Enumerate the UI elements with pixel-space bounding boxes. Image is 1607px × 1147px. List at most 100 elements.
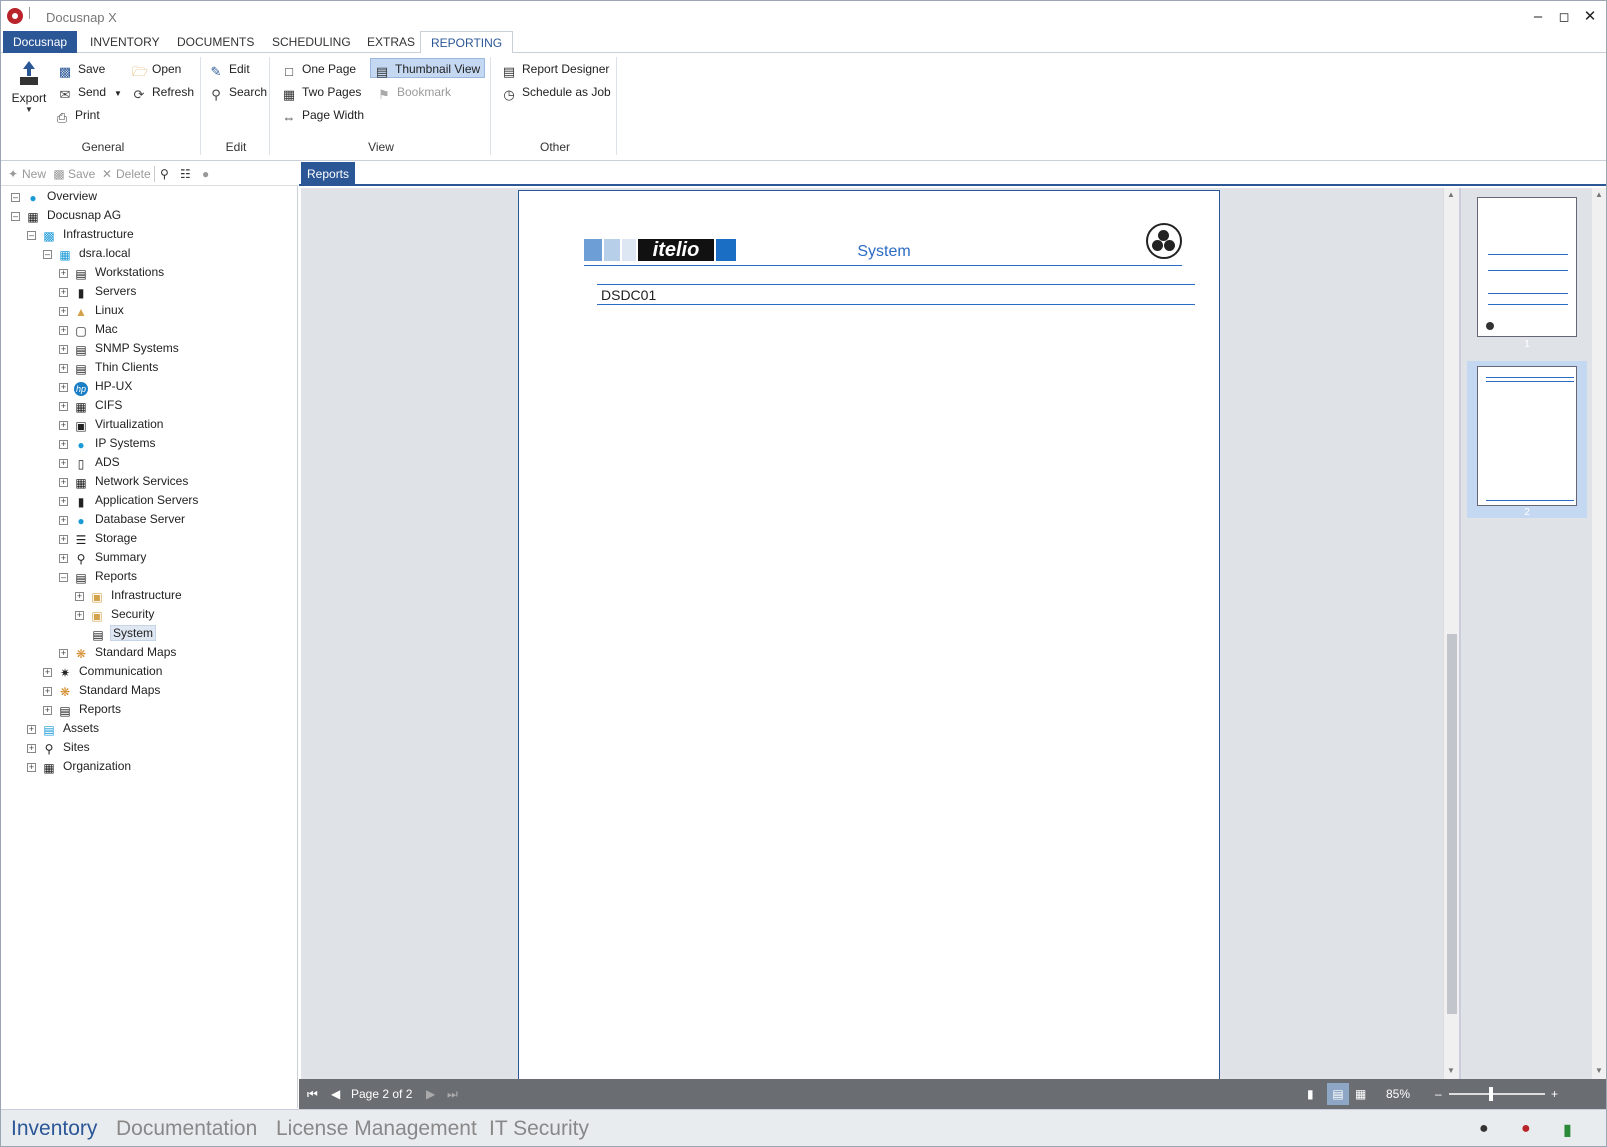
tree-node-application-servers[interactable]: + ▮ Application Servers — [59, 491, 200, 510]
nav-license-management[interactable]: License Management — [276, 1117, 477, 1141]
expand-icon[interactable]: + — [59, 421, 68, 430]
export-button[interactable]: Export ▼ — [9, 59, 49, 133]
new-button[interactable]: ✦ New — [7, 166, 46, 182]
expand-icon[interactable]: + — [27, 725, 36, 734]
tree-node-linux[interactable]: + ▲ Linux — [59, 301, 126, 320]
tree-node-reports-security[interactable]: + ▣ Security — [75, 605, 156, 624]
tree-node-sites[interactable]: + ⚲ Sites — [27, 738, 92, 757]
expand-icon[interactable]: + — [59, 402, 68, 411]
nav-inventory[interactable]: Inventory — [11, 1117, 97, 1141]
scrollbar-thumb[interactable] — [1447, 634, 1457, 1014]
nav-documentation[interactable]: Documentation — [116, 1117, 257, 1141]
tree-node-cifs[interactable]: + ▦ CIFS — [59, 396, 124, 415]
expand-icon[interactable]: + — [59, 345, 68, 354]
find-icon[interactable]: ⚲ — [160, 166, 169, 182]
expand-icon[interactable]: + — [59, 440, 68, 449]
tab-documents[interactable]: DOCUMENTS — [167, 31, 264, 53]
expand-icon[interactable]: + — [59, 383, 68, 392]
expand-icon[interactable]: + — [27, 744, 36, 753]
tab-reporting[interactable]: REPORTING — [420, 31, 514, 54]
last-page-icon[interactable]: ⏭ — [447, 1086, 458, 1102]
license-status-icon[interactable]: ▮ — [1563, 1120, 1572, 1140]
tab-inventory[interactable]: INVENTORY — [80, 31, 170, 53]
tree-node-communication[interactable]: + ✷ Communication — [43, 662, 164, 681]
collapse-icon[interactable]: – — [59, 573, 68, 582]
page-width-button[interactable]: ⇔ Page Width — [282, 105, 365, 125]
expand-icon[interactable]: + — [59, 288, 68, 297]
tree-node-reports-infrastructure[interactable]: + ▣ Infrastructure — [75, 586, 184, 605]
single-page-view-icon[interactable]: ▮ — [1307, 1086, 1314, 1102]
expand-icon[interactable]: + — [43, 706, 52, 715]
minimize-icon[interactable]: – — [1526, 7, 1550, 27]
first-page-icon[interactable]: ⏮ — [307, 1086, 318, 1102]
tree-node-assets[interactable]: + ▤ Assets — [27, 719, 101, 738]
expand-icon[interactable]: + — [59, 554, 68, 563]
tree-node-virtualization[interactable]: + ▣ Virtualization — [59, 415, 165, 434]
thumbnail-view-button[interactable]: ▤ Thumbnail View — [370, 58, 486, 79]
report-designer-button[interactable]: ▤ Report Designer — [502, 59, 610, 79]
tree-node-ip-systems[interactable]: + ● IP Systems — [59, 434, 157, 453]
tree-node-company[interactable]: – ▦ Docusnap AG — [11, 206, 123, 225]
expand-icon[interactable]: + — [43, 668, 52, 677]
thumbnail-page-2[interactable] — [1477, 366, 1577, 506]
scroll-up-icon[interactable]: ▲ — [1447, 190, 1455, 199]
search-button[interactable]: ⚲ Search — [209, 82, 267, 102]
zoom-out-icon[interactable]: – — [1435, 1086, 1442, 1102]
expand-icon[interactable]: + — [27, 763, 36, 772]
save-button[interactable]: ▩ Save — [58, 59, 106, 79]
collapse-icon[interactable]: – — [43, 250, 52, 259]
expand-icon[interactable]: + — [59, 326, 68, 335]
expand-icon[interactable]: + — [59, 516, 68, 525]
tab-extras[interactable]: EXTRAS — [357, 31, 425, 53]
collapse-icon[interactable]: – — [11, 212, 20, 221]
tab-reports[interactable]: Reports — [301, 162, 356, 186]
tree-node-mac[interactable]: + ▢ Mac — [59, 320, 120, 339]
tree-node-company-reports[interactable]: + ▤ Reports — [43, 700, 123, 719]
tree-node-workstations[interactable]: + ▤ Workstations — [59, 263, 166, 282]
scroll-down-icon[interactable]: ▼ — [1447, 1066, 1455, 1075]
continuous-view-icon[interactable]: ▤ — [1327, 1083, 1349, 1105]
viewer-scrollbar[interactable]: ▲ ▼ — [1443, 188, 1459, 1079]
expand-icon[interactable]: + — [59, 269, 68, 278]
tree-node-reports-system[interactable]: ▤ System — [91, 624, 157, 643]
tree-save-button[interactable]: ▩ Save — [53, 166, 95, 182]
tree-node-organization[interactable]: + ▦ Organization — [27, 757, 133, 776]
expand-icon[interactable]: + — [59, 364, 68, 373]
tree-node-database-server[interactable]: + ● Database Server — [59, 510, 187, 529]
expand-icon[interactable]: + — [59, 497, 68, 506]
tree-node-standard-maps[interactable]: + ❋ Standard Maps — [43, 681, 162, 700]
tree-node-hp-ux[interactable]: + hp HP-UX — [59, 377, 134, 396]
tab-docusnap[interactable]: Docusnap — [3, 31, 78, 53]
delete-button[interactable]: ✕ Delete — [101, 166, 151, 182]
expand-icon[interactable]: + — [59, 459, 68, 468]
tree-node-overview[interactable]: – ● Overview — [11, 187, 99, 206]
next-page-icon[interactable]: ▶ — [426, 1086, 435, 1102]
bookmark-button[interactable]: ⚑ Bookmark — [377, 82, 451, 102]
previous-page-icon[interactable]: ◀ — [331, 1086, 340, 1102]
thumbnail-page-1[interactable] — [1477, 197, 1577, 337]
collapse-icon[interactable]: – — [11, 193, 20, 202]
expand-icon[interactable]: + — [59, 307, 68, 316]
filter-search-icon[interactable]: ☷ — [180, 166, 191, 182]
tree-node-snmp-systems[interactable]: + ▤ SNMP Systems — [59, 339, 181, 358]
edit-button[interactable]: ✎ Edit — [209, 59, 250, 79]
tree-node-summary[interactable]: + ⚲ Summary — [59, 548, 148, 567]
print-button[interactable]: ⎙ Print — [55, 105, 100, 125]
database-icon[interactable]: ● — [1479, 1120, 1489, 1138]
maximize-icon[interactable]: ◻ — [1552, 7, 1576, 27]
info-icon[interactable]: ● — [202, 166, 209, 182]
zoom-slider-handle[interactable] — [1489, 1087, 1493, 1101]
expand-icon[interactable]: + — [59, 478, 68, 487]
thumbnail-scrollbar[interactable]: ▲ ▼ — [1592, 188, 1606, 1079]
multi-page-view-icon[interactable]: ▦ — [1355, 1086, 1366, 1102]
tree-node-standard-maps-inner[interactable]: + ❋ Standard Maps — [59, 643, 178, 662]
nav-it-security[interactable]: IT Security — [489, 1117, 589, 1141]
zoom-in-icon[interactable]: + — [1551, 1086, 1558, 1102]
tab-scheduling[interactable]: SCHEDULING — [262, 31, 361, 53]
two-pages-button[interactable]: ▦ Two Pages — [282, 82, 362, 102]
expand-icon[interactable]: + — [43, 687, 52, 696]
refresh-button[interactable]: ⟳ Refresh — [132, 82, 194, 102]
tree-node-thin-clients[interactable]: + ▤ Thin Clients — [59, 358, 160, 377]
schedule-as-job-button[interactable]: ◷ Schedule as Job — [502, 82, 610, 102]
collapse-icon[interactable]: – — [27, 231, 36, 240]
